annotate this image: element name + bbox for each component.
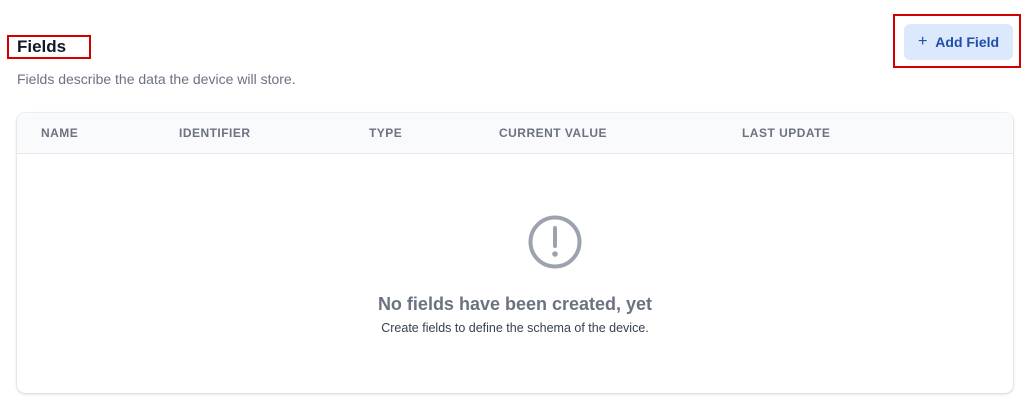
- fields-table: NAME IDENTIFIER TYPE CURRENT VALUE LAST …: [17, 113, 1013, 393]
- add-field-button[interactable]: + Add Field: [904, 24, 1013, 60]
- empty-state-title: No fields have been created, yet: [377, 294, 653, 314]
- empty-state-description: Create fields to define the schema of th…: [381, 321, 649, 335]
- table-header: NAME IDENTIFIER TYPE CURRENT VALUE LAST …: [17, 113, 1013, 154]
- exclamation-circle-icon: [528, 215, 582, 269]
- column-header-type[interactable]: TYPE: [369, 126, 402, 140]
- column-header-current-value[interactable]: CURRENT VALUE: [499, 126, 607, 140]
- add-field-label: Add Field: [935, 34, 1000, 50]
- plus-icon: +: [917, 33, 928, 50]
- column-header-name[interactable]: NAME: [41, 126, 78, 140]
- section-title: Fields: [7, 35, 91, 59]
- section-description: Fields describe the data the device will…: [17, 71, 296, 87]
- column-header-identifier[interactable]: IDENTIFIER: [179, 126, 250, 140]
- column-header-last-update[interactable]: LAST UPDATE: [742, 126, 830, 140]
